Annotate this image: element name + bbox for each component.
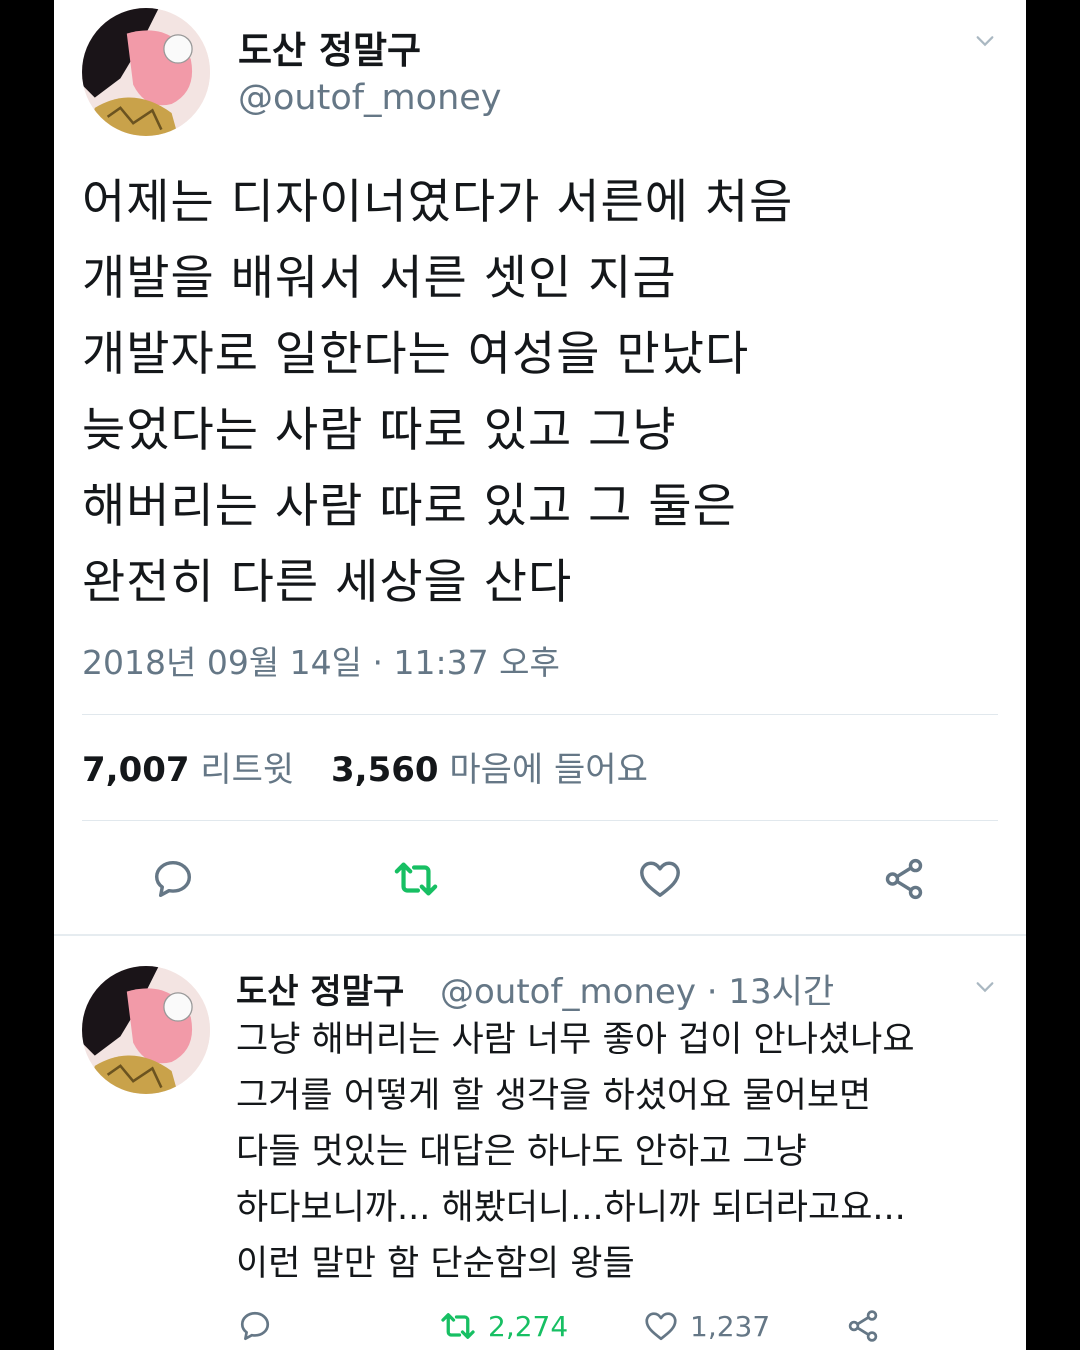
reply-icon — [154, 860, 192, 898]
reply-retweet-button[interactable]: 2,274 — [438, 1308, 568, 1344]
share-button[interactable] — [880, 856, 928, 902]
heart-icon — [645, 1312, 677, 1341]
tweet-stats: 7,007 리트윗 3,560 마음에 들어요 — [82, 742, 674, 791]
tweet-screenshot: 도산 정말구 @outof_money 어제는 디자이너였다가 서른에 처음 개… — [54, 0, 1026, 1350]
user-handle[interactable]: @outof_money — [238, 78, 502, 118]
reply-avatar[interactable] — [82, 966, 210, 1094]
retweet-icon — [394, 862, 438, 896]
retweet-button[interactable] — [390, 856, 442, 902]
reply-line: 이런 말만 함 단순함의 왕들 — [236, 1244, 635, 1284]
reply-line: 그냥 해버리는 사람 너무 좋아 겁이 안나셨나요 — [236, 1020, 915, 1060]
chevron-down-icon[interactable] — [974, 976, 996, 998]
like-count[interactable]: 3,560 — [331, 750, 439, 790]
reply-icon — [240, 1311, 270, 1341]
like-button[interactable] — [636, 856, 684, 902]
share-icon — [848, 1310, 878, 1342]
tweet-line: 개발자로 일한다는 여성을 만났다 — [82, 327, 750, 382]
share-icon — [885, 858, 923, 900]
like-label[interactable]: 마음에 들어요 — [449, 750, 648, 790]
chevron-down-icon[interactable] — [974, 30, 996, 52]
reply-handle-time[interactable]: @outof_money · 13시간 — [440, 964, 834, 1013]
tweet-line: 개발을 배워서 서른 셋인 지금 — [82, 251, 677, 306]
reply-line: 하다보니까... 해봤더니...하니까 되더라고요... — [236, 1188, 906, 1228]
reply-like-count: 1,237 — [690, 1309, 771, 1343]
tweet-timestamp[interactable]: 2018년 09월 14일 · 11:37 오후 — [82, 636, 560, 684]
reply-text: 그냥 해버리는 사람 너무 좋아 겁이 안나셨나요 그거를 어떻게 할 생각을 … — [236, 1012, 1016, 1292]
reply-display-name[interactable]: 도산 정말구 — [236, 964, 404, 1013]
tweet-separator — [54, 934, 1026, 936]
divider — [82, 714, 998, 715]
retweet-count[interactable]: 7,007 — [82, 750, 190, 790]
reply-retweet-count: 2,274 — [488, 1309, 569, 1343]
tweet-line: 해버리는 사람 따로 있고 그 둘은 — [82, 479, 737, 534]
retweet-label[interactable]: 리트윗 — [200, 750, 294, 790]
heart-icon — [640, 861, 680, 898]
divider — [82, 820, 998, 821]
reply-button[interactable] — [150, 856, 196, 902]
reply-reply-button[interactable] — [236, 1308, 274, 1344]
avatar[interactable] — [82, 8, 210, 136]
reply-line: 다들 멋있는 대답은 하나도 안하고 그냥 — [236, 1132, 807, 1172]
reply-share-button[interactable] — [844, 1308, 882, 1344]
reply-line: 그거를 어떻게 할 생각을 하셨어요 물어보면 — [236, 1076, 872, 1116]
reply-like-button[interactable]: 1,237 — [642, 1308, 770, 1344]
tweet-text: 어제는 디자이너였다가 서른에 처음 개발을 배워서 서른 셋인 지금 개발자로… — [82, 165, 1002, 621]
avatar-illustration — [82, 8, 210, 136]
retweet-icon — [441, 1313, 475, 1339]
tweet-line: 완전히 다른 세상을 산다 — [82, 555, 573, 610]
display-name[interactable]: 도산 정말구 — [238, 20, 421, 74]
tweet-line: 어제는 디자이너였다가 서른에 처음 — [82, 175, 794, 230]
tweet-line: 늦었다는 사람 따로 있고 그냥 — [82, 403, 677, 458]
avatar-illustration — [82, 966, 210, 1094]
